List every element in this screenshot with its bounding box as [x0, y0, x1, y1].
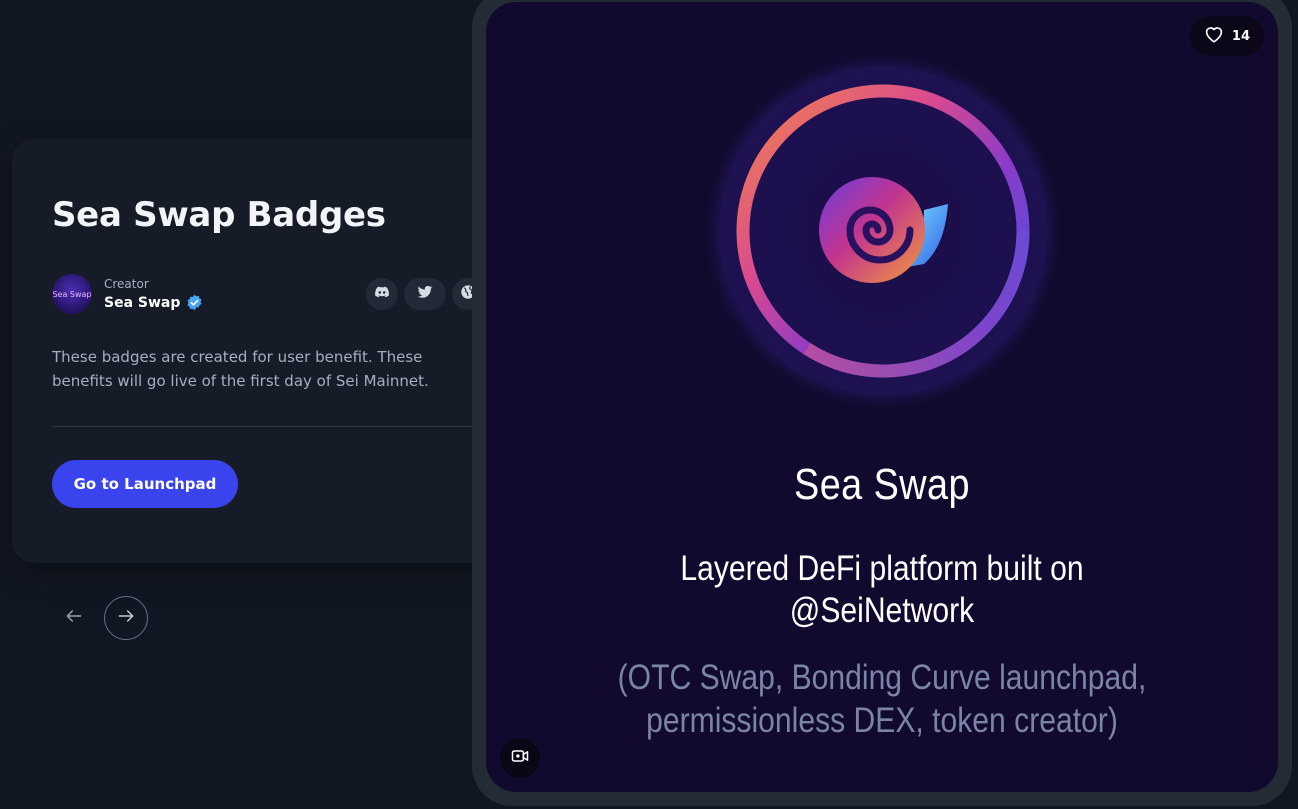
next-slide-button[interactable] — [104, 596, 148, 640]
discord-button[interactable] — [366, 278, 398, 310]
creator-name[interactable]: Sea Swap — [104, 295, 180, 311]
like-button[interactable]: 14 — [1189, 16, 1264, 56]
social-links — [366, 278, 484, 310]
badge-preview: 14 Sea Swap Layered DeFi platform built … — [486, 2, 1278, 792]
twitter-button[interactable] — [404, 278, 446, 310]
preview-tagline: Layered DeFi platform built on @SeiNetwo… — [680, 549, 1084, 630]
divider — [52, 426, 484, 427]
sea-swap-logo — [702, 50, 1064, 412]
heart-icon — [1204, 25, 1224, 47]
video-toggle-button[interactable] — [500, 738, 540, 778]
collection-description: These badges are created for user benefi… — [52, 348, 429, 390]
arrow-right-icon — [116, 606, 136, 630]
creator-info: Creator Sea Swap — [104, 277, 203, 311]
verified-badge-icon — [186, 294, 203, 311]
arrow-left-icon — [64, 606, 84, 630]
previous-slide-button[interactable] — [52, 596, 96, 640]
creator-avatar[interactable]: Sea Swap — [52, 274, 92, 314]
collection-info-card: Sea Swap Badges Sea Swap Creator Sea Swa… — [12, 139, 524, 563]
twitter-icon — [417, 284, 433, 304]
discord-icon — [374, 284, 390, 304]
avatar-logo-text: Sea Swap — [52, 289, 92, 299]
preview-title: Sea Swap — [794, 460, 970, 509]
creator-label: Creator — [104, 277, 149, 291]
go-to-launchpad-button[interactable]: Go to Launchpad — [52, 460, 238, 508]
video-icon — [510, 746, 530, 770]
creator-row: Sea Swap Creator Sea Swap — [52, 274, 484, 314]
creator-name-row: Sea Swap — [104, 294, 203, 311]
like-count: 14 — [1231, 28, 1250, 44]
collection-title: Sea Swap Badges — [52, 195, 386, 235]
preview-features: (OTC Swap, Bonding Curve launchpad, perm… — [617, 658, 1147, 740]
